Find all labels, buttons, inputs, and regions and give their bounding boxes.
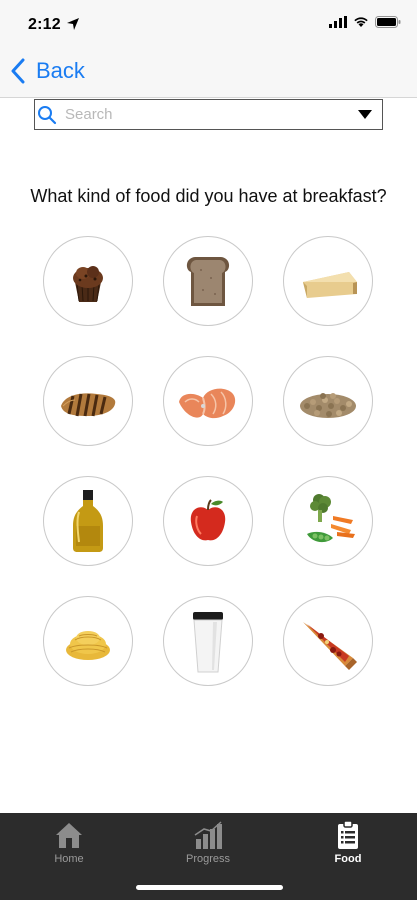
search-bar	[34, 99, 383, 130]
battery-icon	[375, 16, 401, 28]
question-text: What kind of food did you have at breakf…	[30, 186, 387, 206]
cheese-icon	[303, 272, 357, 298]
food-option-muffin[interactable]	[43, 236, 133, 326]
tab-home-label: Home	[54, 853, 84, 865]
salmon-steak-icon	[179, 388, 236, 419]
muffin-icon	[73, 266, 103, 302]
food-option-chicken[interactable]	[43, 356, 133, 446]
navigation-bar: Back	[0, 48, 417, 98]
bar-chart-icon	[194, 821, 222, 849]
tab-progress-label: Progress	[185, 853, 231, 865]
wifi-icon	[354, 17, 368, 27]
food-option-coffee[interactable]	[163, 596, 253, 686]
food-grid	[43, 236, 375, 686]
back-button[interactable]: Back	[10, 58, 85, 84]
tab-food-label: Food	[334, 853, 362, 865]
food-option-pizza[interactable]	[283, 596, 373, 686]
coffee-cup-icon	[193, 612, 223, 673]
chevron-left-icon	[11, 58, 25, 84]
location-arrow-icon	[67, 18, 79, 30]
back-label: Back	[36, 58, 85, 83]
food-option-oil[interactable]	[43, 476, 133, 566]
pasta-icon	[66, 631, 110, 660]
tab-food[interactable]: Food	[298, 819, 398, 865]
status-indicators	[329, 16, 401, 28]
search-icon	[38, 105, 57, 124]
clipboard-list-icon	[338, 820, 358, 849]
lentils-icon	[300, 393, 356, 418]
dropdown-arrow-icon[interactable]	[358, 110, 372, 119]
cellular-signal-icon	[329, 16, 347, 28]
status-time: 2:12	[28, 16, 61, 33]
food-option-pasta[interactable]	[43, 596, 133, 686]
tab-progress[interactable]: Progress	[158, 819, 258, 865]
oil-bottle-icon	[73, 490, 103, 552]
search-input[interactable]	[65, 106, 335, 123]
pizza-slice-icon	[303, 622, 357, 670]
food-option-apple[interactable]	[163, 476, 253, 566]
food-option-salmon[interactable]	[163, 356, 253, 446]
food-option-vegetables[interactable]	[283, 476, 373, 566]
home-icon	[56, 823, 82, 848]
food-option-cheese[interactable]	[283, 236, 373, 326]
vegetables-icon	[307, 494, 355, 543]
apple-icon	[190, 499, 226, 541]
food-option-bread[interactable]	[163, 236, 253, 326]
food-option-legumes[interactable]	[283, 356, 373, 446]
grilled-chicken-icon	[61, 393, 116, 417]
bread-icon	[186, 257, 230, 306]
tab-home[interactable]: Home	[19, 819, 119, 865]
home-indicator[interactable]	[136, 885, 283, 890]
status-bar: 2:12	[0, 0, 417, 48]
